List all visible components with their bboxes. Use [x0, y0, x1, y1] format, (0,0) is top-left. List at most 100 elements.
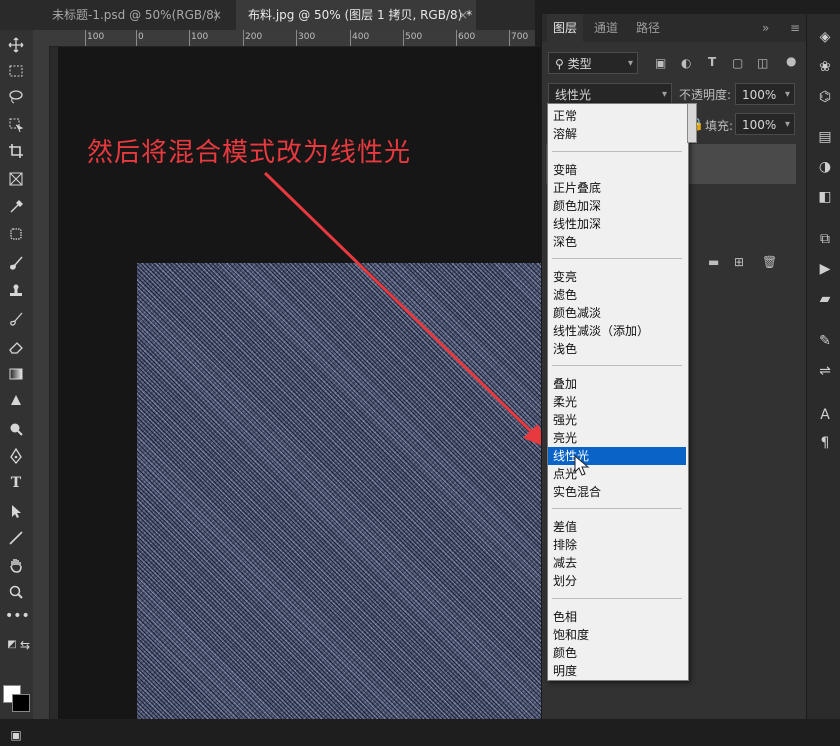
history-icon[interactable]: ⧉: [816, 230, 834, 248]
tab-untitled[interactable]: 未标题-1.psd @ 50%(RGB/8) ×: [40, 0, 230, 30]
ruler-label: 0: [138, 32, 144, 42]
menu-item[interactable]: 线性加深: [548, 215, 686, 233]
panel-menu-icon[interactable]: ≡: [790, 14, 800, 42]
channels-icon[interactable]: ❀: [816, 58, 834, 76]
tab-paths[interactable]: 路径: [636, 14, 660, 42]
menu-item[interactable]: 点光: [548, 465, 686, 483]
line-tool-icon[interactable]: [5, 527, 27, 549]
tab-channels[interactable]: 通道: [594, 14, 618, 42]
menu-item[interactable]: 色相: [548, 608, 686, 626]
blend-mode-value: 线性光: [555, 88, 592, 102]
menu-item-selected[interactable]: 线性光: [548, 447, 686, 465]
paths-icon[interactable]: ⌬: [816, 88, 834, 106]
menu-item[interactable]: 变亮: [548, 268, 686, 286]
path-select-icon[interactable]: [5, 500, 27, 522]
zoom-tool-icon[interactable]: [5, 581, 27, 603]
stamp-tool-icon[interactable]: [5, 280, 27, 302]
properties-icon[interactable]: ◧: [816, 188, 834, 206]
quick-mask-icon[interactable]: ▣: [5, 724, 27, 746]
gradient-tool-icon[interactable]: [5, 363, 27, 385]
menu-item[interactable]: 排除: [548, 536, 686, 554]
ruler-tick: [243, 30, 244, 46]
blend-mode-select[interactable]: 线性光 ▾: [548, 83, 672, 105]
menu-scrollbar[interactable]: [687, 103, 697, 143]
menu-item[interactable]: 颜色减淡: [548, 304, 686, 322]
menu-item[interactable]: 深色: [548, 233, 686, 251]
menu-item[interactable]: 强光: [548, 411, 686, 429]
comments-icon[interactable]: ▰: [816, 290, 834, 308]
tab-fabric[interactable]: 布料.jpg @ 50% (图层 1 拷贝, RGB/8) * ×: [236, 0, 476, 30]
menu-item[interactable]: 划分: [548, 572, 686, 590]
menu-item[interactable]: 线性减淡（添加）: [548, 322, 686, 340]
blur-tool-icon[interactable]: [5, 390, 27, 412]
marquee-tool-icon[interactable]: [5, 60, 27, 82]
hand-tool-icon[interactable]: [5, 554, 27, 576]
type-tool-icon[interactable]: T: [5, 472, 27, 494]
more-tools-icon[interactable]: •••: [5, 605, 30, 627]
healing-brush-icon[interactable]: [5, 223, 27, 245]
brush-settings-icon[interactable]: ✎: [816, 332, 834, 350]
layer-filter-select[interactable]: ⚲ 类型 ▾: [548, 52, 638, 74]
histogram-icon[interactable]: ▤: [816, 128, 834, 146]
menu-item[interactable]: 饱和度: [548, 626, 686, 644]
history-brush-icon[interactable]: [5, 308, 27, 330]
close-icon[interactable]: ×: [212, 0, 222, 30]
layers-icon[interactable]: ◈: [816, 28, 834, 46]
character-icon[interactable]: A: [816, 406, 834, 424]
menu-separator: [552, 365, 682, 366]
menu-item[interactable]: 正常: [548, 107, 686, 125]
opacity-label: 不透明度:: [679, 88, 732, 102]
fill-field[interactable]: 100% ▾: [735, 113, 795, 135]
shape-filter-icon[interactable]: ▢: [732, 56, 743, 70]
folder-icon[interactable]: ▬: [708, 255, 719, 269]
object-select-icon[interactable]: [5, 114, 27, 136]
document-tab-bar: 未标题-1.psd @ 50%(RGB/8) × 布料.jpg @ 50% (图…: [0, 0, 535, 30]
opacity-field[interactable]: 100% ▾: [735, 83, 795, 105]
search-icon: ⚲: [555, 57, 568, 71]
type-filter-icon[interactable]: T: [708, 55, 716, 69]
background-color-swatch[interactable]: [12, 694, 30, 712]
smart-object-filter-icon[interactable]: ◫: [757, 56, 768, 70]
fill-value: 100%: [742, 118, 777, 132]
menu-item[interactable]: 柔光: [548, 393, 686, 411]
brush-tool-icon[interactable]: [5, 252, 27, 274]
adjustment-filter-icon[interactable]: ◐: [681, 56, 691, 70]
menu-item[interactable]: 减去: [548, 554, 686, 572]
ruler-tick: [456, 30, 457, 46]
new-layer-icon[interactable]: ⊞: [734, 255, 744, 269]
menu-item[interactable]: 溶解: [548, 125, 686, 143]
frame-tool-icon[interactable]: [5, 168, 27, 190]
ruler-tick: [509, 30, 510, 46]
trash-icon[interactable]: 🗑: [762, 255, 777, 269]
actions-play-icon[interactable]: ▶: [816, 260, 834, 278]
crop-tool-icon[interactable]: [5, 140, 27, 162]
right-dock: ◈ ❀ ⌬ ▤ ◑ ◧ ⧉ ▶ ▰ ✎ ⇌ A ¶: [806, 14, 840, 719]
paragraph-icon[interactable]: ¶: [816, 434, 834, 452]
pen-tool-icon[interactable]: [5, 445, 27, 467]
dodge-tool-icon[interactable]: [5, 418, 27, 440]
menu-item[interactable]: 亮光: [548, 429, 686, 447]
move-tool-icon[interactable]: [5, 34, 27, 56]
eraser-tool-icon[interactable]: [5, 336, 27, 358]
tab-layers[interactable]: 图层: [547, 14, 584, 42]
fill-label: 填充:: [705, 119, 734, 133]
lasso-tool-icon[interactable]: [5, 86, 27, 108]
menu-item[interactable]: 颜色: [548, 644, 686, 662]
menu-item[interactable]: 正片叠底: [548, 179, 686, 197]
filter-toggle-icon[interactable]: ●: [786, 54, 796, 68]
collapse-panel-icon[interactable]: »: [762, 14, 769, 42]
menu-item[interactable]: 明度: [548, 662, 686, 680]
tool-presets-icon[interactable]: ⇌: [816, 362, 834, 380]
menu-item[interactable]: 实色混合: [548, 483, 686, 501]
menu-item[interactable]: 浅色: [548, 340, 686, 358]
menu-item[interactable]: 颜色加深: [548, 197, 686, 215]
eyedropper-icon[interactable]: [5, 196, 27, 218]
menu-item[interactable]: 滤色: [548, 286, 686, 304]
menu-item[interactable]: 叠加: [548, 375, 686, 393]
menu-item[interactable]: 变暗: [548, 161, 686, 179]
close-icon[interactable]: ×: [458, 0, 468, 30]
menu-separator: [552, 598, 682, 599]
adjustments-icon[interactable]: ◑: [816, 158, 834, 176]
pixel-filter-icon[interactable]: ▣: [655, 56, 666, 70]
menu-item[interactable]: 差值: [548, 518, 686, 536]
